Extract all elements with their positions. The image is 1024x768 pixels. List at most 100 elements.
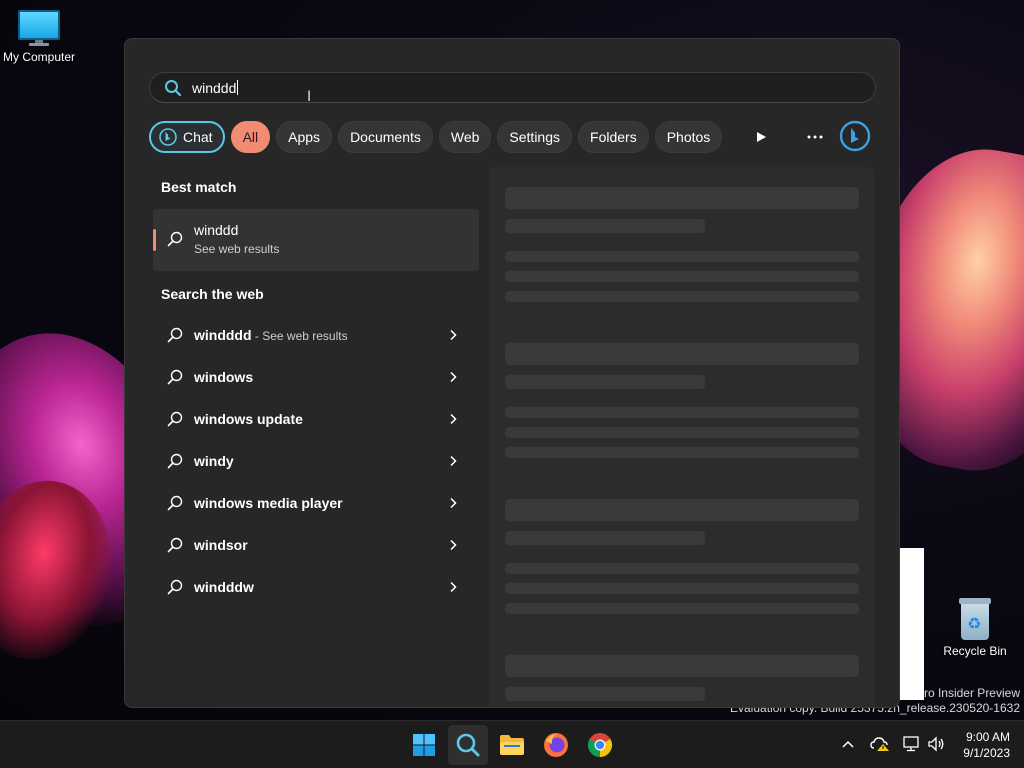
desktop-icon-label: Recycle Bin: [943, 644, 1007, 658]
volume-tray-button[interactable]: [925, 733, 947, 755]
file-explorer-button[interactable]: [492, 725, 532, 765]
desktop-icon-my-computer[interactable]: My Computer: [0, 10, 82, 64]
clock-date: 9/1/2023: [963, 746, 1010, 760]
filter-settings[interactable]: Settings: [497, 121, 573, 153]
clock-time: 9:00 AM: [965, 730, 1010, 744]
filter-label: Settings: [509, 129, 561, 145]
more-filters-button[interactable]: [747, 123, 775, 151]
network-icon: [903, 736, 919, 752]
search-icon: [167, 411, 183, 427]
skeleton-bar: [505, 375, 705, 389]
chevron-right-icon: [450, 329, 457, 341]
filter-label: Web: [450, 129, 480, 145]
skeleton-bar: [505, 219, 705, 233]
skeleton-bar: [505, 499, 859, 521]
desktop-icon-label: My Computer: [2, 50, 76, 64]
cloud-warning-icon: [870, 737, 889, 751]
firefox-button[interactable]: [536, 725, 576, 765]
search-icon: [167, 453, 183, 469]
filter-folders[interactable]: Folders: [578, 121, 649, 153]
chevron-right-icon: [450, 497, 457, 509]
start-button[interactable]: [404, 725, 444, 765]
web-suggestion[interactable]: windows: [153, 357, 479, 397]
skeleton-bar: [505, 343, 859, 365]
filter-bar: Chat All Apps Documents Web Settings Fol…: [149, 120, 728, 154]
search-icon: [167, 369, 183, 385]
search-query: winddd: [192, 79, 237, 96]
search-icon: [165, 79, 182, 96]
filter-label: Folders: [590, 129, 637, 145]
recycle-bin-icon: ♻: [957, 598, 993, 640]
search-icon: [167, 495, 183, 511]
chrome-button[interactable]: [580, 725, 620, 765]
skeleton-bar: [505, 447, 859, 458]
show-hidden-icons-button[interactable]: [837, 733, 859, 755]
desktop-icon-recycle-bin[interactable]: ♻ Recycle Bin: [932, 598, 1018, 658]
skeleton-bar: [505, 687, 705, 701]
search-input[interactable]: winddd: [149, 72, 876, 103]
computer-icon: [18, 10, 60, 46]
skeleton-bar: [505, 251, 859, 262]
best-match-heading: Best match: [161, 179, 237, 195]
filter-documents[interactable]: Documents: [338, 121, 433, 153]
text-cursor-icon: I: [307, 89, 312, 105]
taskbar-search-button[interactable]: [448, 725, 488, 765]
chevron-right-icon: [450, 581, 457, 593]
search-web-heading: Search the web: [161, 286, 264, 302]
skeleton-bar: [505, 583, 859, 594]
web-suggestion-label: windsor: [194, 537, 248, 553]
more-options-icon: [807, 135, 823, 139]
firefox-icon: [544, 733, 568, 757]
clock[interactable]: 9:00 AM 9/1/2023: [963, 729, 1010, 761]
onedrive-tray-button[interactable]: [869, 733, 891, 755]
filter-chat[interactable]: Chat: [149, 121, 225, 153]
skeleton-bar: [505, 655, 859, 677]
chevron-right-icon: [450, 371, 457, 383]
background-window-edge: [898, 548, 924, 700]
web-suggestion[interactable]: windows update: [153, 399, 479, 439]
web-suggestion-label: windows media player: [194, 495, 343, 511]
skeleton-bar: [505, 291, 859, 302]
chevron-right-icon: [450, 455, 457, 467]
skeleton-bar: [505, 531, 705, 545]
filter-label: Photos: [666, 129, 711, 145]
search-icon: [167, 327, 183, 343]
filter-photos[interactable]: Photos: [654, 121, 723, 153]
filter-label: Documents: [350, 129, 421, 145]
selection-indicator: [153, 229, 156, 251]
web-suggestion[interactable]: windddd - See web results: [153, 315, 479, 355]
search-icon: [167, 537, 183, 553]
skeleton-bar: [505, 603, 859, 614]
best-match-title: winddd: [194, 222, 239, 238]
chevron-up-icon: [842, 740, 854, 748]
skeleton-bar: [505, 563, 859, 574]
filter-apps[interactable]: Apps: [276, 121, 333, 153]
web-suggestion-label: windddw: [194, 579, 254, 595]
watermark-line-1: ro Insider Preview: [923, 686, 1020, 700]
filter-label: Apps: [288, 129, 321, 145]
best-match-item[interactable]: winddd See web results: [153, 209, 479, 271]
chevron-right-icon: [450, 413, 457, 425]
skeleton-bar: [505, 187, 859, 209]
filter-web[interactable]: Web: [438, 121, 492, 153]
web-suggestion-label: windy: [194, 453, 234, 469]
skeleton-bar: [505, 271, 859, 282]
search-icon: [167, 231, 183, 247]
search-icon: [456, 733, 480, 757]
web-suggestion[interactable]: windddw: [153, 567, 479, 607]
network-tray-button[interactable]: [900, 733, 922, 755]
skeleton-bar: [505, 407, 859, 418]
filter-label: Chat: [183, 129, 213, 145]
web-suggestion-label: windows: [194, 369, 254, 385]
bing-icon[interactable]: [839, 120, 871, 152]
bing-chat-icon: [159, 128, 177, 146]
web-suggestion-label: windddd: [194, 327, 252, 343]
web-suggestion[interactable]: windows media player: [153, 483, 479, 523]
skeleton-bar: [505, 427, 859, 438]
filter-all[interactable]: All: [230, 121, 271, 153]
options-button[interactable]: [801, 123, 829, 151]
web-suggestion[interactable]: windsor: [153, 525, 479, 565]
folder-icon: [500, 735, 524, 755]
search-icon: [167, 579, 183, 595]
web-suggestion[interactable]: windy: [153, 441, 479, 481]
